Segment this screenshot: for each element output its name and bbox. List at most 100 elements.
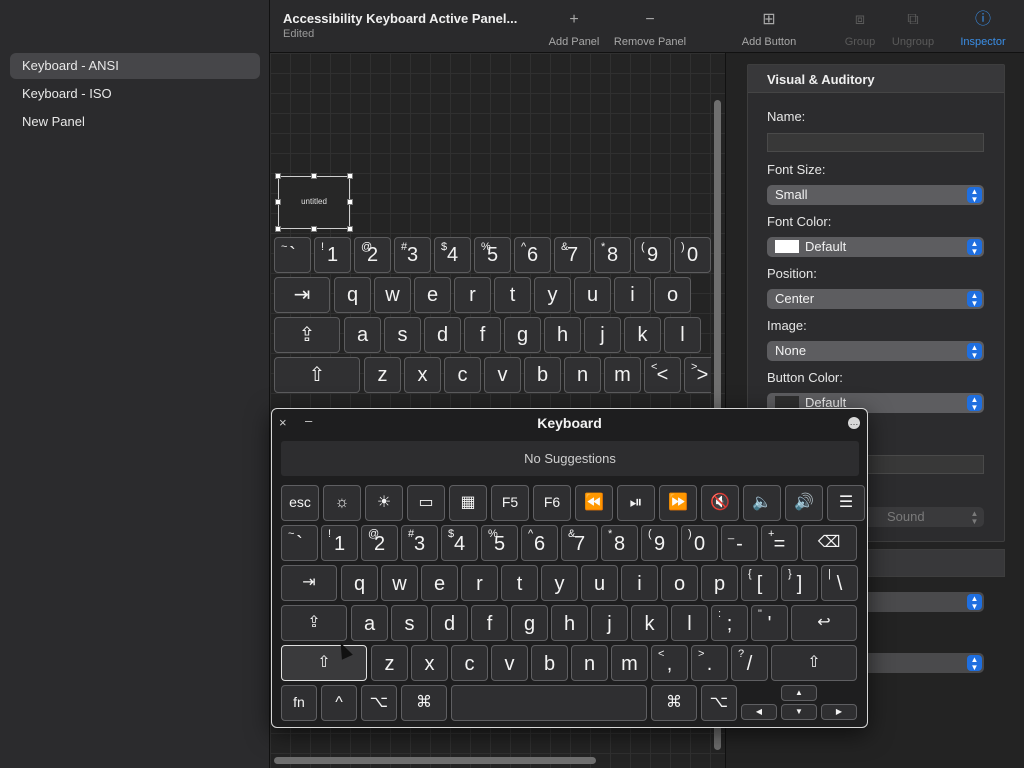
key-d[interactable]: d: [431, 605, 468, 641]
canvas-caps-key[interactable]: ⇪: [274, 317, 340, 353]
canvas-key-d[interactable]: d: [424, 317, 461, 353]
resize-handle[interactable]: [275, 226, 281, 232]
canvas-key-5[interactable]: % 5: [474, 237, 511, 273]
resize-handle[interactable]: [311, 226, 317, 232]
canvas-key-a[interactable]: a: [344, 317, 381, 353]
fn-key[interactable]: fn: [281, 685, 317, 721]
key-fn-12[interactable]: 🔊: [785, 485, 823, 521]
key-4[interactable]: $4: [441, 525, 478, 561]
key-s[interactable]: s: [391, 605, 428, 641]
key-l[interactable]: l: [671, 605, 708, 641]
canvas-key-i[interactable]: i: [614, 277, 651, 313]
inspector-button[interactable]: ⓘ Inspector: [955, 0, 1011, 53]
canvas-key-u[interactable]: u: [574, 277, 611, 313]
key-n[interactable]: n: [571, 645, 608, 681]
canvas-key-k[interactable]: k: [624, 317, 661, 353]
key-fn-6[interactable]: F6: [533, 485, 571, 521]
options-icon[interactable]: …: [848, 417, 860, 429]
font-color-popup[interactable]: Default ▲ ▼: [767, 237, 984, 257]
key-`[interactable]: ~ `: [281, 525, 318, 561]
canvas-key-`[interactable]: ~ `: [274, 237, 311, 273]
key-i[interactable]: i: [621, 565, 658, 601]
ungroup-button[interactable]: ⧉ Ungroup: [886, 0, 940, 53]
key-][interactable]: }]: [781, 565, 818, 601]
canvas-key-3[interactable]: #3: [394, 237, 431, 273]
group-button[interactable]: ⧈ Group: [838, 0, 882, 53]
add-panel-button[interactable]: + Add Panel: [542, 0, 606, 53]
canvas-key-l[interactable]: l: [664, 317, 701, 353]
key-[[interactable]: {[: [741, 565, 778, 601]
sidebar-item-new-panel[interactable]: New Panel: [10, 109, 260, 135]
return-key[interactable]: ↩: [791, 605, 857, 641]
key-t[interactable]: t: [501, 565, 538, 601]
canvas-key-4[interactable]: $4: [434, 237, 471, 273]
image-popup[interactable]: None ▲ ▼: [767, 341, 984, 361]
sidebar-item-keyboard-ansi[interactable]: Keyboard - ANSI: [10, 53, 260, 79]
key-y[interactable]: y: [541, 565, 578, 601]
key-f[interactable]: f: [471, 605, 508, 641]
canvas-key-e[interactable]: e: [414, 277, 451, 313]
canvas-key-9[interactable]: > >: [684, 357, 711, 393]
canvas-key-2[interactable]: @2: [354, 237, 391, 273]
key-2[interactable]: @2: [361, 525, 398, 561]
caps-lock-key[interactable]: ⇪: [281, 605, 347, 641]
horizontal-scrollbar[interactable]: [274, 757, 596, 764]
key-fn-11[interactable]: 🔈: [743, 485, 781, 521]
key-fn-0[interactable]: esc: [281, 485, 319, 521]
resize-handle[interactable]: [347, 173, 353, 179]
key-.[interactable]: >.: [691, 645, 728, 681]
key-7[interactable]: & 7: [561, 525, 598, 561]
key-5[interactable]: % 5: [481, 525, 518, 561]
key-w[interactable]: w: [381, 565, 418, 601]
canvas-key-o[interactable]: o: [654, 277, 691, 313]
key-fn-5[interactable]: F5: [491, 485, 529, 521]
key-r[interactable]: r: [461, 565, 498, 601]
key-0[interactable]: ) 0: [681, 525, 718, 561]
font-size-popup[interactable]: Small ▲ ▼: [767, 185, 984, 205]
canvas-key-g[interactable]: g: [504, 317, 541, 353]
add-button-button[interactable]: ⊞ Add Button: [736, 0, 802, 53]
canvas-key-r[interactable]: r: [454, 277, 491, 313]
arrow-left-key[interactable]: ◀: [741, 704, 777, 720]
remove-panel-button[interactable]: − Remove Panel: [610, 0, 690, 53]
key-/[interactable]: ? /: [731, 645, 768, 681]
key-fn-1[interactable]: ☼: [323, 485, 361, 521]
key-u[interactable]: u: [581, 565, 618, 601]
canvas-key-0[interactable]: ) 0: [674, 237, 711, 273]
canvas-key-7[interactable]: m: [604, 357, 641, 393]
key-6[interactable]: ^ 6: [521, 525, 558, 561]
canvas-key-7[interactable]: & 7: [554, 237, 591, 273]
canvas-key-2[interactable]: x: [404, 357, 441, 393]
arrow-down-key[interactable]: ▼: [781, 704, 817, 720]
canvas-key-s[interactable]: s: [384, 317, 421, 353]
key-c[interactable]: c: [451, 645, 488, 681]
canvas-key-6[interactable]: n: [564, 357, 601, 393]
selected-untitled-button[interactable]: untitled: [275, 173, 353, 232]
key-fn-10[interactable]: 🔇: [701, 485, 739, 521]
key-;[interactable]: :;: [711, 605, 748, 641]
canvas-tab-key[interactable]: ⇥: [274, 277, 330, 313]
resize-handle[interactable]: [347, 199, 353, 205]
canvas-key-3[interactable]: c: [444, 357, 481, 393]
key-,[interactable]: <,: [651, 645, 688, 681]
canvas-key-q[interactable]: q: [334, 277, 371, 313]
key-v[interactable]: v: [491, 645, 528, 681]
arrow-right-key[interactable]: ▶: [821, 704, 857, 720]
left-shift-key[interactable]: ⇧: [281, 645, 367, 681]
key-e[interactable]: e: [421, 565, 458, 601]
canvas-key-y[interactable]: y: [534, 277, 571, 313]
key-p[interactable]: p: [701, 565, 738, 601]
canvas-shift-key[interactable]: ⇧: [274, 357, 360, 393]
canvas-key-f[interactable]: f: [464, 317, 501, 353]
option-key-left[interactable]: ⌥: [361, 685, 397, 721]
name-field[interactable]: [767, 133, 984, 152]
canvas-key-6[interactable]: ^ 6: [514, 237, 551, 273]
canvas-key-9[interactable]: (9: [634, 237, 671, 273]
key-fn-13[interactable]: ☰: [827, 485, 865, 521]
tab-key[interactable]: ⇥: [281, 565, 337, 601]
key-1[interactable]: ! 1: [321, 525, 358, 561]
resize-handle[interactable]: [275, 199, 281, 205]
key-z[interactable]: z: [371, 645, 408, 681]
key-j[interactable]: j: [591, 605, 628, 641]
delete-key[interactable]: ⌫: [801, 525, 857, 561]
